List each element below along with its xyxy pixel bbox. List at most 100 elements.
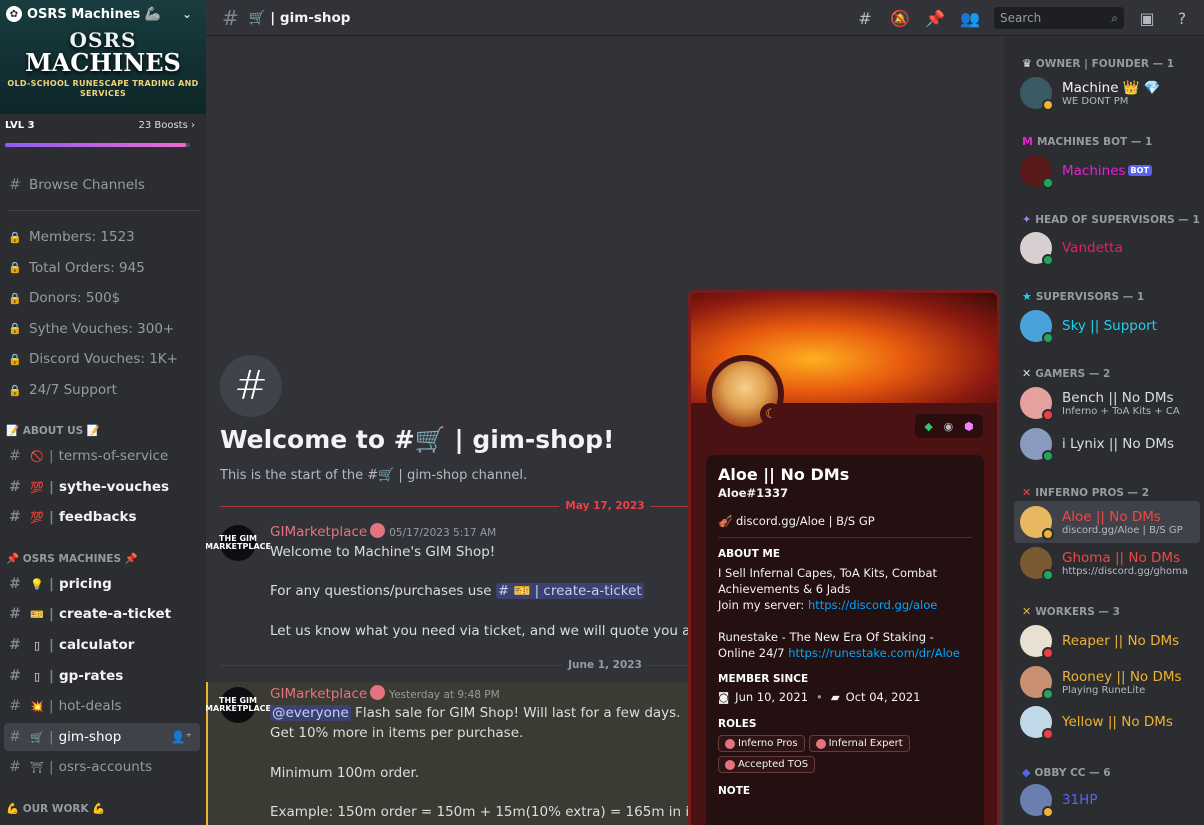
channel-terms-of-service[interactable]: # 🚫 | terms-of-service (4, 442, 200, 470)
stat-channel[interactable]: 🔒 Sythe Vouches: 300+ (4, 315, 200, 343)
avatar[interactable] (1020, 77, 1054, 111)
channel-gp-rates[interactable]: # ▯ | gp-rates (4, 662, 200, 690)
search-placeholder: Search (1000, 11, 1042, 25)
message-text: Welcome to Machine's GIM Shop! (270, 544, 496, 560)
avatar[interactable] (1020, 155, 1054, 189)
category-osrs-machines[interactable]: 📌 OSRS MACHINES 📌 (6, 552, 138, 565)
bot-badge: BOT (1127, 165, 1152, 176)
status-indicator-icon (1042, 528, 1054, 540)
channel-calculator[interactable]: # ▯ | calculator (4, 631, 200, 659)
channel-gim-shop[interactable]: # 🛒 | gim-shop 👤⁺ (4, 723, 200, 751)
avatar[interactable] (1020, 666, 1054, 700)
avatar[interactable] (1020, 232, 1054, 266)
avatar[interactable]: THE GIM MARKETPLACE (206, 525, 271, 561)
role-category-icon: ✦ (1022, 213, 1032, 226)
avatar[interactable] (1020, 506, 1054, 540)
help-icon[interactable]: ? (1170, 6, 1194, 30)
boost-status[interactable]: LVL 3 23 Boosts › (5, 120, 195, 131)
member-item[interactable]: Yellow || No DMs (1014, 701, 1200, 743)
nitro-icon[interactable]: ◉ (944, 420, 954, 433)
channel-hot-deals[interactable]: # 💥 | hot-deals (4, 692, 200, 720)
author-name[interactable]: GIMarketplace (270, 524, 367, 540)
member-category: M MACHINES BOT — 1 (1022, 135, 1152, 148)
server-invite-link[interactable]: https://discord.gg/aloe (808, 598, 937, 612)
role-category-icon: ✕ (1022, 486, 1032, 499)
invite-member-icon[interactable]: 👤⁺ (171, 730, 192, 744)
avatar[interactable]: THE GIM MARKETPLACE (206, 687, 271, 723)
member-item[interactable]: Rooney || No DMs Playing RuneLite (1014, 661, 1200, 703)
message-author[interactable]: GIMarketplace 05/17/2023 5:17 AM (270, 523, 496, 540)
stat-channel[interactable]: 🔒 Donors: 500$ (4, 284, 200, 312)
boost-count[interactable]: 23 Boosts › (138, 120, 195, 131)
channel-sythe-vouches[interactable]: # 💯 | sythe-vouches (4, 473, 200, 501)
channel-emoji-icon: 🎫 (30, 607, 44, 621)
member-category-label: GAMERS — 2 (1035, 367, 1111, 380)
threads-icon[interactable]: # (853, 6, 877, 30)
member-item[interactable]: Aloe || No DMs discord.gg/Aloe | B/S GP (1014, 501, 1200, 543)
stat-channel[interactable]: 🔒 Discord Vouches: 1K+ (4, 345, 200, 373)
member-item[interactable]: Reaper || No DMs (1014, 620, 1200, 662)
member-item[interactable]: 31HP (1014, 779, 1200, 821)
member-item[interactable]: Machines BOT (1014, 150, 1200, 192)
role-chip[interactable]: Infernal Expert (808, 735, 910, 752)
server-header[interactable]: ✿ OSRS Machines 🦾 ⌄ OSRS MACHINES OLD-SC… (0, 0, 206, 114)
member-item[interactable]: Vandetta (1014, 227, 1200, 269)
banner-line-2: MACHINES (25, 48, 181, 77)
member-item[interactable]: Bench || No DMs Inferno + ToA Kits + CA (1014, 382, 1200, 424)
chevron-down-icon[interactable]: ⌄ (182, 7, 192, 21)
member-item[interactable]: Sky || Support (1014, 305, 1200, 347)
everyone-mention[interactable]: @everyone (270, 705, 351, 721)
member-status-text: discord.gg/Aloe | B/S GP (1062, 524, 1183, 536)
avatar[interactable] (1020, 706, 1054, 740)
channel-emoji-icon: ▯ (33, 669, 41, 683)
avatar[interactable] (1020, 625, 1054, 659)
avatar[interactable] (1020, 784, 1054, 818)
member-name: Machines BOT (1062, 163, 1152, 179)
member-text: Bench || No DMs Inferno + ToA Kits + CA (1062, 390, 1180, 417)
role-chip[interactable]: Inferno Pros (718, 735, 805, 752)
avatar[interactable] (1020, 428, 1054, 462)
runestake-link[interactable]: https://runestake.com/dr/Aloe (788, 646, 960, 660)
role-chip[interactable]: Accepted TOS (718, 756, 816, 773)
channel-mention-link[interactable]: # 🎫 | create-a-ticket (495, 583, 644, 599)
avatar[interactable] (1020, 547, 1054, 581)
stat-channel[interactable]: 🔒 Members: 1523 (4, 223, 200, 251)
pin-icon[interactable]: 📌 (923, 6, 947, 30)
avatar[interactable] (1020, 387, 1054, 421)
channel-osrs-accounts[interactable]: # ⛩ | osrs-accounts (4, 753, 200, 781)
search-icon: ⌕ (1111, 10, 1118, 25)
member-name-label: i Lynix || No DMs (1062, 436, 1175, 452)
member-name: Sky || Support (1062, 318, 1157, 334)
stat-channel[interactable]: 🔒 24/7 Support (4, 376, 200, 404)
member-item[interactable]: i Lynix || No DMs (1014, 423, 1200, 465)
member-list-icon[interactable]: 👥 (958, 6, 982, 30)
hypesquad-icon[interactable]: ◆ (924, 420, 932, 433)
profile-avatar[interactable]: ☾ (706, 355, 784, 433)
about-me-text: Runestake - The New Era Of Staking - Onl… (718, 629, 972, 661)
stat-channel[interactable]: 🔒 Total Orders: 945 (4, 254, 200, 282)
member-item[interactable]: Machine 👑 💎 WE DONT PM (1014, 72, 1200, 114)
member-since-row: ◙ Jun 10, 2021 • ▰ Oct 04, 2021 (718, 690, 972, 704)
author-name[interactable]: GIMarketplace (270, 686, 367, 702)
message-author[interactable]: GIMarketplace Yesterday at 9:48 PM (270, 685, 500, 702)
category-about-us[interactable]: 📝 ABOUT US 📝 (6, 424, 100, 437)
notification-muted-icon[interactable]: 🔕 (888, 6, 912, 30)
role-icon (370, 685, 386, 700)
role-icon (370, 523, 386, 538)
browse-channels[interactable]: # Browse Channels (4, 171, 200, 199)
user-profile-popout: ☾ ◆ ◉ ⬢ Aloe || No DMs Aloe#1337 🎻 disco… (688, 290, 1000, 825)
member-item[interactable]: Ghoma || No DMs https://discord.gg/ghoma (1014, 542, 1200, 584)
search-input[interactable]: Search ⌕ (994, 7, 1124, 29)
inbox-icon[interactable]: ▣ (1135, 6, 1159, 30)
discord-logo-icon: ◙ (718, 690, 730, 704)
message-text-segment: Flash sale for GIM Shop! Will last for a… (350, 705, 681, 721)
channel-feedbacks[interactable]: # 💯 | feedbacks (4, 503, 200, 531)
category-our-work[interactable]: 💪 OUR WORK 💪 (6, 802, 105, 815)
channel-pricing[interactable]: # 💡 | pricing (4, 570, 200, 598)
boost-badge-icon[interactable]: ⬢ (964, 420, 974, 433)
channel-create-a-ticket[interactable]: # 🎫 | create-a-ticket (4, 600, 200, 628)
message-text: For any questions/purchases use # 🎫 | cr… (270, 583, 644, 599)
avatar[interactable] (1020, 310, 1054, 344)
status-indicator-icon (1042, 99, 1054, 111)
status-indicator-icon (1042, 728, 1054, 740)
